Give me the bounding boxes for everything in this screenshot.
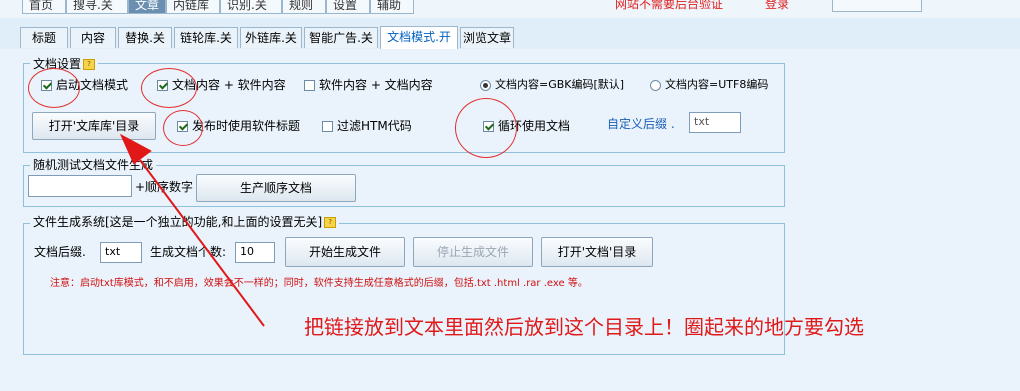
annotation-text: 把链接放到文本里面然后放到这个目录上！圈起来的地方要勾选: [304, 315, 864, 339]
